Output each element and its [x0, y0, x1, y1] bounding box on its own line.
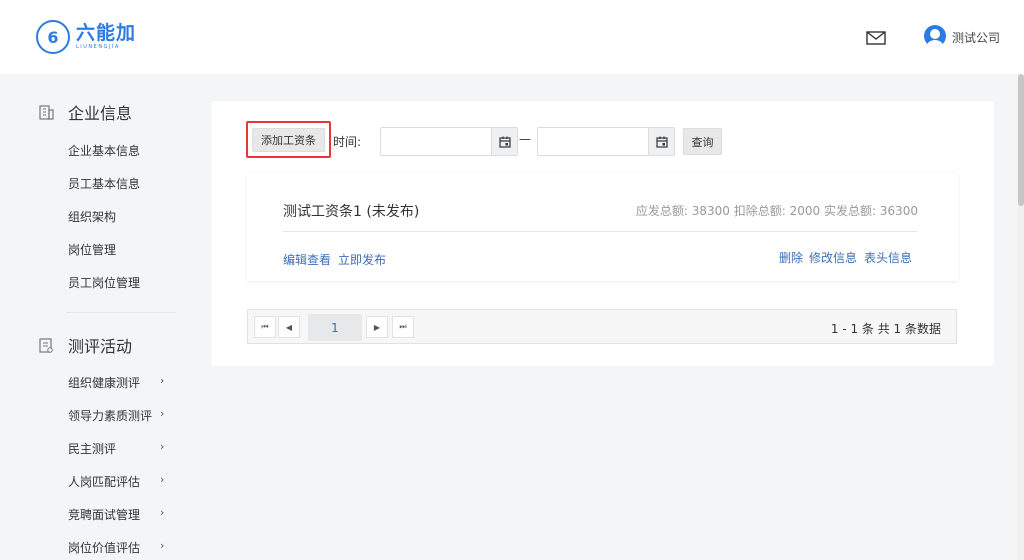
first-page-button[interactable]: ⏮	[254, 316, 276, 338]
logo-mark: 6	[36, 20, 70, 54]
payslip-item: 测试工资条1 (未发布) 应发总额: 38300 扣除总额: 2000 实发总额…	[247, 173, 958, 281]
sidebar-item-person-job-match[interactable]: 人岗匹配评估 ›	[68, 473, 178, 490]
section-title: 企业信息	[68, 104, 133, 123]
sidebar-item-org-health[interactable]: 组织健康测评 ›	[68, 374, 178, 391]
add-payslip-highlight: 添加工资条	[246, 121, 331, 158]
chevron-right-icon: ›	[160, 506, 165, 519]
time-label: 时间:	[333, 135, 362, 149]
logo-subtitle: LIUNENGJIA	[76, 44, 120, 50]
sidebar-divider	[66, 312, 176, 313]
clipboard-icon	[39, 338, 53, 353]
company-name[interactable]: 测试公司	[952, 29, 1000, 46]
sidebar: 企业信息 企业基本信息 员工基本信息 组织架构 岗位管理 员工岗位管理 测评活动…	[0, 74, 190, 560]
date-separator: —	[519, 132, 531, 146]
end-date-input[interactable]	[537, 127, 675, 156]
chevron-right-icon: ›	[160, 374, 165, 387]
sidebar-item-position-mgmt[interactable]: 岗位管理	[68, 241, 178, 258]
sidebar-item-interview-mgmt[interactable]: 竞聘面试管理 ›	[68, 506, 178, 523]
pagination: ⏮ ◀ 1 ▶ ⏭ 1 - 1 条 共 1 条数据	[247, 309, 957, 344]
chevron-right-icon: ›	[160, 440, 165, 453]
payslip-title: 测试工资条1 (未发布)	[283, 204, 420, 220]
scrollbar-thumb[interactable]	[1018, 74, 1024, 206]
logo-name: 六能加	[76, 22, 137, 44]
section-title: 测评活动	[68, 337, 133, 356]
sidebar-item-leadership[interactable]: 领导力素质测评 ›	[68, 407, 178, 424]
payslip-totals: 应发总额: 38300 扣除总额: 2000 实发总额: 36300	[635, 204, 918, 218]
sidebar-item-position-value[interactable]: 岗位价值评估 ›	[68, 539, 178, 556]
sidebar-section-evaluation: 测评活动	[38, 333, 132, 357]
top-header: 6 六能加 LIUNENGJIA 测试公司	[0, 0, 1024, 74]
modify-info-link[interactable]: 修改信息	[809, 249, 857, 266]
scrollbar[interactable]	[1018, 74, 1024, 560]
sidebar-item-enterprise-basic[interactable]: 企业基本信息	[68, 142, 178, 159]
chevron-right-icon: ›	[160, 539, 165, 552]
next-page-button[interactable]: ▶	[366, 316, 388, 338]
mail-icon[interactable]	[866, 31, 886, 45]
prev-page-button[interactable]: ◀	[278, 316, 300, 338]
payslip-divider	[283, 231, 917, 232]
header-info-link[interactable]: 表头信息	[864, 249, 912, 266]
pagination-info: 1 - 1 条 共 1 条数据	[830, 322, 941, 336]
chevron-right-icon: ›	[160, 473, 165, 486]
logo[interactable]: 6 六能加 LIUNENGJIA	[36, 20, 136, 54]
calendar-icon[interactable]	[491, 128, 517, 155]
edit-view-link[interactable]: 编辑查看	[283, 251, 331, 268]
add-payslip-button[interactable]: 添加工资条	[252, 128, 325, 152]
sidebar-section-enterprise: 企业信息	[38, 100, 132, 124]
chevron-right-icon: ›	[160, 407, 165, 420]
start-date-input[interactable]	[380, 127, 518, 156]
sidebar-item-democratic[interactable]: 民主测评 ›	[68, 440, 178, 457]
sidebar-item-employee-position[interactable]: 员工岗位管理	[68, 274, 178, 291]
avatar[interactable]	[924, 25, 946, 47]
publish-now-link[interactable]: 立即发布	[338, 251, 386, 268]
sidebar-item-org-structure[interactable]: 组织架构	[68, 208, 178, 225]
sidebar-item-employee-basic[interactable]: 员工基本信息	[68, 175, 178, 192]
delete-link[interactable]: 删除	[779, 249, 803, 266]
calendar-icon[interactable]	[648, 128, 674, 155]
query-button[interactable]: 查询	[683, 128, 722, 155]
last-page-button[interactable]: ⏭	[392, 316, 414, 338]
building-icon	[39, 105, 54, 120]
current-page[interactable]: 1	[308, 314, 362, 341]
